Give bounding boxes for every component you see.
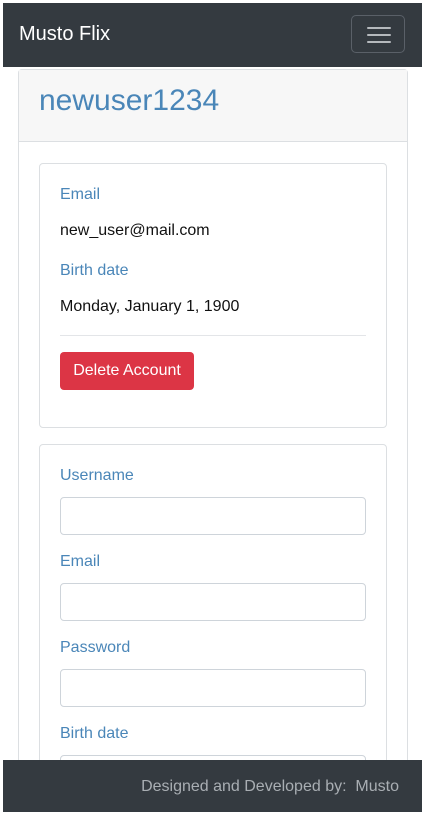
birthdate-value: Monday, January 1, 1900 — [60, 298, 240, 315]
update-profile-form: Username Email Password Birth date — [39, 444, 387, 812]
navbar: Musto Flix — [3, 3, 422, 67]
navbar-toggle-button[interactable] — [351, 15, 405, 53]
profile-card-header: newuser1234 — [19, 70, 407, 142]
user-info-card: Email new_user@mail.com Birth date Monda… — [39, 163, 387, 428]
email-label: Email — [60, 553, 101, 570]
navbar-brand[interactable]: Musto Flix — [19, 23, 110, 46]
profile-card: newuser1234 Email new_user@mail.com Birt… — [18, 69, 408, 812]
password-label: Password — [60, 639, 131, 656]
divider — [60, 335, 366, 336]
birthdate-label: Birth date — [60, 725, 129, 742]
birthdate-label: Birth date — [60, 262, 129, 279]
email-input[interactable] — [60, 583, 366, 621]
username-label: Username — [60, 467, 134, 484]
hamburger-menu-icon — [367, 27, 391, 29]
hamburger-menu-icon — [367, 34, 391, 36]
page-title: newuser1234 — [39, 84, 220, 117]
app-frame: Musto Flix newuser1234 Email new_user@ma… — [3, 3, 422, 812]
password-input[interactable] — [60, 669, 366, 707]
delete-account-button[interactable]: Delete Account — [60, 352, 194, 390]
username-input[interactable] — [60, 497, 366, 535]
email-value: new_user@mail.com — [60, 222, 210, 239]
email-label: Email — [60, 186, 101, 203]
footer: Designed and Developed by: Musto — [3, 760, 422, 812]
hamburger-menu-icon — [367, 41, 391, 43]
footer-credit: Designed and Developed by: Musto — [141, 778, 399, 795]
